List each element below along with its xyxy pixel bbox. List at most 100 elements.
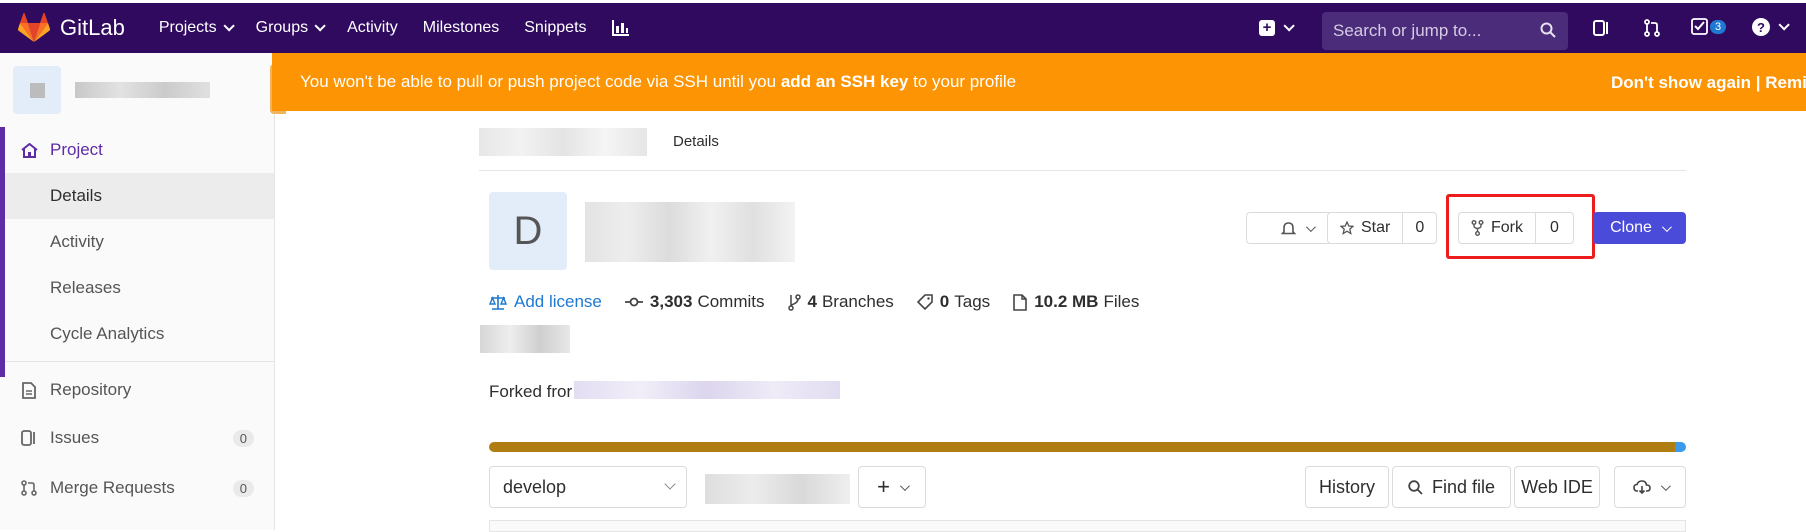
bell-icon bbox=[1280, 221, 1296, 234]
project-stats: Add license 3,303 Commits 4 Branches 0 T… bbox=[489, 292, 1162, 312]
chevron-down-icon bbox=[664, 478, 676, 490]
add-to-tree-dropdown[interactable]: + bbox=[858, 466, 926, 508]
active-indicator bbox=[0, 127, 5, 377]
language-bar-primary bbox=[489, 442, 1676, 452]
chevron-down-icon bbox=[223, 20, 235, 32]
chevron-down-icon bbox=[1283, 20, 1295, 32]
sidebar-item-repository-label: Repository bbox=[50, 380, 132, 399]
sidebar-item-releases[interactable]: Releases bbox=[0, 265, 274, 311]
todos-link[interactable]: 3 bbox=[1691, 18, 1727, 35]
fork-highlight-box bbox=[1446, 194, 1595, 259]
clone-dropdown[interactable]: Clone bbox=[1593, 212, 1686, 244]
forked-from-link-redacted[interactable] bbox=[574, 381, 840, 399]
repository-language-bar bbox=[489, 442, 1686, 452]
sidebar-item-details[interactable]: Details bbox=[0, 173, 274, 219]
chevron-down-icon bbox=[899, 480, 910, 491]
new-item-dropdown[interactable]: + bbox=[1259, 3, 1295, 53]
nav-milestones[interactable]: Milestones bbox=[423, 19, 499, 37]
commits-count: 3,303 bbox=[649, 292, 693, 311]
tags-link[interactable]: 0 Tags bbox=[916, 292, 990, 312]
issues-icon[interactable] bbox=[1593, 19, 1611, 37]
search-input[interactable]: Search or jump to... bbox=[1322, 12, 1568, 50]
breadcrumb-redacted[interactable] bbox=[479, 128, 647, 156]
sidebar-item-cycle-analytics[interactable]: Cycle Analytics bbox=[0, 311, 274, 357]
branches-label: Branches bbox=[821, 292, 894, 311]
project-description-redacted bbox=[480, 325, 570, 353]
commits-link[interactable]: 3,303 Commits bbox=[624, 292, 765, 312]
sidebar-item-activity[interactable]: Activity bbox=[0, 219, 274, 265]
svg-text:?: ? bbox=[1757, 20, 1765, 35]
project-title-redacted bbox=[585, 202, 795, 262]
files-link[interactable]: 10.2 MB Files bbox=[1013, 292, 1139, 312]
commits-label: Commits bbox=[697, 292, 765, 311]
issues-icon bbox=[20, 430, 38, 446]
brand-name: GitLab bbox=[60, 15, 125, 40]
nav-snippets[interactable]: Snippets bbox=[524, 19, 586, 37]
home-icon bbox=[20, 142, 38, 158]
gitlab-tanuki-icon bbox=[18, 13, 50, 42]
branches-link[interactable]: 4 Branches bbox=[787, 292, 894, 312]
add-ssh-key-link[interactable]: add an SSH key bbox=[781, 72, 909, 91]
project-name-redacted bbox=[75, 82, 210, 98]
banner-text-after: to your profile bbox=[908, 72, 1017, 91]
tag-icon bbox=[916, 294, 933, 310]
file-icon bbox=[1013, 293, 1027, 311]
chevron-down-icon bbox=[1660, 480, 1671, 491]
add-license-link[interactable]: Add license bbox=[489, 292, 602, 312]
chevron-down-icon bbox=[1661, 221, 1672, 232]
sidebar-item-merge-requests-label: Merge Requests bbox=[50, 478, 175, 497]
help-dropdown[interactable]: ? bbox=[1752, 18, 1790, 36]
dont-show-again-link[interactable]: Don't show again | Remi bbox=[1611, 73, 1806, 93]
history-button[interactable]: History bbox=[1305, 466, 1389, 508]
files-label: Files bbox=[1103, 292, 1140, 311]
star-label: Star bbox=[1361, 219, 1391, 236]
banner-text: You won't be able to pull or push projec… bbox=[300, 72, 1016, 92]
main-nav: Projects Groups Activity Milestones Snip… bbox=[159, 19, 655, 37]
sidebar-item-repository[interactable]: Repository bbox=[0, 367, 274, 413]
sidebar-item-merge-requests[interactable]: Merge Requests 0 bbox=[0, 463, 274, 513]
scale-icon bbox=[489, 294, 507, 310]
sidebar-project-header[interactable] bbox=[0, 53, 274, 127]
merge-request-icon bbox=[20, 480, 38, 496]
tags-count: 0 bbox=[939, 292, 950, 311]
nav-activity[interactable]: Activity bbox=[347, 19, 398, 37]
nav-projects-label: Projects bbox=[158, 19, 217, 36]
files-size: 10.2 MB bbox=[1034, 292, 1099, 311]
merge-request-icon[interactable] bbox=[1643, 19, 1661, 37]
nav-groups-label: Groups bbox=[255, 19, 309, 36]
banner-text-before: You won't be able to pull or push projec… bbox=[300, 72, 781, 91]
clone-label: Clone bbox=[1610, 219, 1652, 236]
chevron-down-icon bbox=[1778, 19, 1790, 31]
branch-selector-value: develop bbox=[503, 476, 567, 497]
sidebar-item-issues[interactable]: Issues 0 bbox=[0, 413, 274, 463]
nav-projects[interactable]: Projects bbox=[158, 19, 235, 37]
breadcrumb-divider bbox=[479, 170, 1686, 171]
issues-count-badge: 0 bbox=[232, 429, 254, 447]
language-bar-secondary bbox=[1675, 442, 1686, 452]
find-file-button[interactable]: Find file bbox=[1392, 466, 1511, 508]
star-button-group: Star 0 bbox=[1327, 212, 1438, 244]
nav-groups[interactable]: Groups bbox=[255, 19, 326, 37]
analytics-chart-icon[interactable] bbox=[611, 20, 630, 36]
branches-count: 4 bbox=[807, 292, 817, 311]
download-dropdown[interactable] bbox=[1614, 466, 1686, 508]
plus-square-icon: + bbox=[1259, 20, 1275, 36]
star-count[interactable]: 0 bbox=[1402, 213, 1436, 243]
branch-selector[interactable]: develop bbox=[489, 466, 687, 508]
star-icon bbox=[1340, 221, 1354, 235]
web-ide-button[interactable]: Web IDE bbox=[1514, 466, 1600, 508]
star-button[interactable]: Star bbox=[1328, 213, 1402, 243]
chevron-down-icon bbox=[314, 20, 326, 32]
forked-from-text: Forked fror bbox=[489, 382, 573, 401]
find-file-label: Find file bbox=[1431, 476, 1496, 497]
project-sidebar: Project Details Activity Releases Cycle … bbox=[0, 53, 275, 530]
repository-doc-icon bbox=[20, 381, 38, 399]
mr-count-badge: 0 bbox=[232, 479, 254, 497]
sidebar-item-project-label: Project bbox=[50, 140, 103, 159]
repo-path-redacted[interactable] bbox=[705, 474, 850, 504]
gitlab-logo[interactable]: GitLab bbox=[18, 13, 125, 43]
todo-count-badge: 3 bbox=[1710, 19, 1727, 34]
chevron-down-icon bbox=[1305, 221, 1316, 232]
project-avatar-small bbox=[13, 66, 61, 114]
sidebar-item-project[interactable]: Project bbox=[0, 127, 274, 173]
